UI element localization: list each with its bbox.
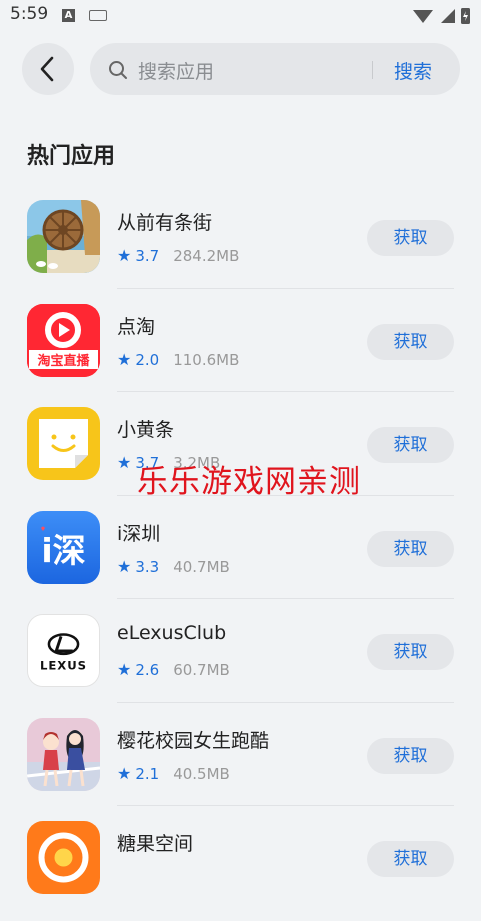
app-name: eLexusClub (117, 622, 227, 644)
app-notification-icon: A (62, 9, 75, 22)
app-name: 小黄条 (117, 419, 175, 441)
app-name: 点淘 (117, 315, 156, 338)
list-item[interactable]: 从前有条街 ★ 3.7 284.2MB 获取 (0, 196, 481, 300)
app-name: 从前有条街 (117, 212, 213, 234)
app-icon-text: i深 (41, 531, 85, 570)
app-meta: ★ 2.0 110.6MB (117, 350, 239, 369)
get-button[interactable]: 获取 (367, 737, 454, 774)
app-meta: ★ 3.7 284.2MB (117, 246, 239, 265)
list-item[interactable]: i深 i深圳 ★ 3.3 40.7MB 获取 (0, 507, 481, 611)
app-icon-ishenzhen: i深 (27, 510, 100, 584)
search-divider (372, 61, 373, 79)
star-icon: ★ (117, 349, 132, 369)
app-rating: 3.7 (135, 247, 160, 265)
list-item[interactable]: 糖果空间 获取 (0, 817, 481, 921)
back-button[interactable] (22, 43, 74, 95)
list-item[interactable]: 淘宝直播 点淘 ★ 2.0 110.6MB 获取 (0, 300, 481, 404)
app-rating: 2.0 (135, 350, 160, 369)
app-icon-text: LEXUS (40, 658, 87, 672)
divider (117, 701, 454, 703)
app-meta: ★ 3.3 40.7MB (117, 557, 230, 576)
get-button[interactable]: 获取 (367, 530, 454, 567)
search-input[interactable]: 搜索应用 (138, 57, 214, 84)
app-icon-waterwheel (27, 200, 100, 273)
status-bar: 5:59 A (0, 0, 481, 34)
app-meta: ★ 2.1 40.5MB (117, 764, 230, 783)
app-icon-diantao: 淘宝直播 (27, 303, 100, 377)
app-list: 从前有条街 ★ 3.7 284.2MB 获取 淘宝直播 点淘 ★ 2.0 110.6MB… (0, 196, 481, 921)
app-meta: ★ 2.6 60.7MB (117, 660, 230, 679)
divider (117, 391, 454, 392)
app-size: 60.7MB (173, 661, 230, 679)
app-rating: 2.1 (135, 764, 160, 783)
star-icon: ★ (117, 246, 132, 265)
search-button[interactable]: 搜索 (394, 57, 432, 84)
star-icon: ★ (117, 453, 132, 472)
divider (117, 805, 454, 806)
divider (117, 287, 454, 289)
star-icon: ★ (117, 660, 132, 679)
app-rating: 3.3 (135, 557, 160, 576)
app-icon-sticky-note (27, 407, 100, 480)
app-size: 284.2MB (173, 247, 240, 265)
app-name: 樱花校园女生跑酷 (117, 729, 270, 752)
app-rating: 2.6 (135, 661, 160, 679)
wifi-icon (413, 10, 433, 23)
list-item[interactable]: 樱花校园女生跑酷 ★ 2.1 40.5MB 获取 (0, 714, 481, 818)
get-button[interactable]: 获取 (367, 427, 454, 463)
app-size: 40.5MB (173, 764, 230, 783)
get-button[interactable]: 获取 (367, 220, 454, 256)
app-name: 糖果空间 (117, 833, 194, 855)
app-name: i深圳 (117, 522, 161, 545)
divider (117, 598, 454, 599)
keyboard-icon (89, 10, 107, 21)
app-icon-lexus: LEXUS (27, 614, 100, 687)
get-button[interactable]: 获取 (367, 323, 454, 360)
status-right-icons (413, 8, 470, 24)
app-icon-text: 淘宝直播 (37, 353, 90, 369)
star-icon: ★ (117, 763, 132, 783)
search-icon (109, 61, 127, 79)
app-size: 40.7MB (173, 557, 230, 576)
app-icon-candy (27, 821, 100, 894)
signal-icon (441, 9, 455, 23)
app-icon-anime-girls (27, 717, 100, 791)
top-bar: 搜索应用 搜索 (0, 40, 481, 100)
watermark-text: 乐乐游戏网亲测 (137, 464, 361, 500)
app-size: 110.6MB (173, 350, 240, 369)
chevron-left-icon (40, 56, 54, 82)
list-item[interactable]: LEXUS eLexusClub ★ 2.6 60.7MB 获取 (0, 610, 481, 714)
get-button[interactable]: 获取 (367, 841, 454, 877)
search-bar[interactable]: 搜索应用 搜索 (90, 43, 460, 95)
section-title: 热门应用 (27, 144, 116, 169)
star-icon: ★ (117, 556, 132, 576)
get-button[interactable]: 获取 (367, 634, 454, 670)
status-time: 5:59 (10, 4, 49, 24)
